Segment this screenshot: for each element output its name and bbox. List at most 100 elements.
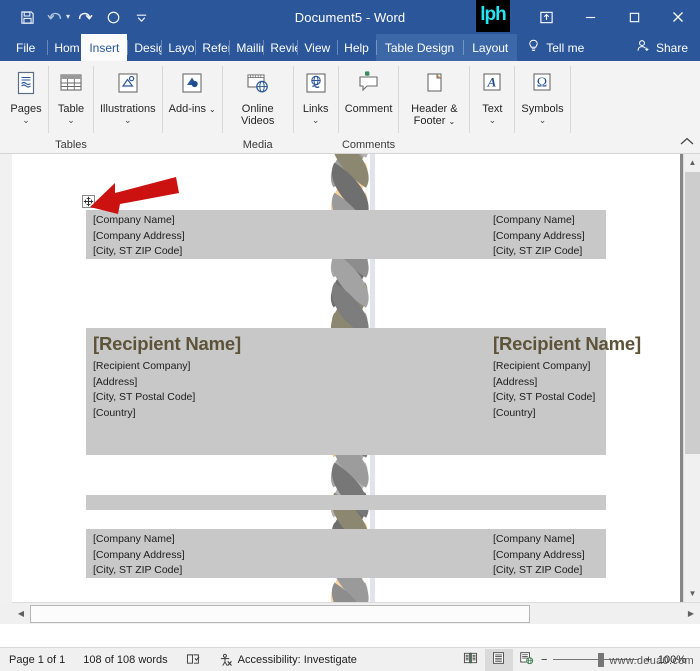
text-icon: A — [476, 68, 508, 100]
illustrations-caret-icon[interactable]: ⌄ — [124, 116, 132, 125]
ribbon-display-options-icon[interactable] — [524, 0, 568, 34]
word-count[interactable]: 108 of 108 words — [74, 654, 176, 666]
accessibility-status[interactable]: Accessibility: Investigate — [209, 653, 366, 667]
ribbon-group-illustrations: Illustrations ⌄ — [94, 61, 162, 153]
accessibility-label: Accessibility: Investigate — [237, 653, 357, 666]
addins-button[interactable]: Add-ins ⌄ — [163, 65, 222, 116]
sender-left-bottom-block[interactable]: [Company Name] [Company Address] [City, … — [93, 532, 185, 579]
addins-caret-icon[interactable]: ⌄ — [209, 105, 216, 114]
lightbulb-icon — [527, 39, 540, 56]
tab-home[interactable]: Hom — [47, 34, 81, 61]
horizontal-scroll-track[interactable] — [30, 604, 682, 624]
undo-dropdown-caret-icon[interactable]: ▾ — [66, 13, 70, 21]
tab-table-design[interactable]: Table Design — [375, 34, 464, 61]
text-button[interactable]: A Text ⌄ — [470, 65, 514, 125]
page-indicator-label: Page 1 of 1 — [9, 653, 66, 666]
touch-mouse-mode-icon[interactable] — [100, 4, 126, 30]
title-bar: ▾ Document5 - Word lph — [0, 0, 700, 34]
ribbon-group-text: A Text ⌄ — [470, 61, 514, 153]
page-indicator[interactable]: Page 1 of 1 — [0, 654, 74, 666]
zoom-out-button[interactable]: − — [541, 654, 547, 666]
sender-right-bottom-block[interactable]: [Company Name] [Company Address] [City, … — [493, 532, 585, 579]
text-line: [Recipient Company] — [93, 360, 191, 372]
ribbon-group-addins: Add-ins ⌄ — [163, 61, 222, 153]
header-footer-button[interactable]: Header & Footer ⌄ — [399, 65, 469, 128]
vertical-scroll-thumb[interactable] — [685, 172, 700, 454]
share-label: Share — [655, 40, 688, 55]
recipient-right-block[interactable]: [Recipient Name] [Recipient Company] [Ad… — [493, 332, 641, 421]
text-line: [Address] — [493, 375, 538, 388]
pages-caret-icon[interactable]: ⌄ — [22, 116, 30, 125]
tab-design[interactable]: Desig — [127, 34, 161, 61]
document-page[interactable]: [Company Name] [Company Address] [City, … — [12, 154, 680, 602]
ribbon: Pages ⌄ Table ⌄ Tables Illustrations ⌄ A… — [0, 61, 700, 154]
pages-label: Pages — [10, 103, 42, 115]
watermark-text: www.deua0.com — [609, 655, 694, 667]
save-icon[interactable] — [14, 4, 40, 30]
vertical-scrollbar[interactable]: ▲ ▼ — [683, 154, 700, 602]
web-layout-button[interactable] — [513, 649, 541, 671]
pages-button[interactable]: Pages ⌄ — [4, 65, 48, 125]
read-mode-button[interactable] — [457, 649, 485, 671]
symbols-button[interactable]: Ω Symbols ⌄ — [515, 65, 569, 125]
comment-icon — [353, 68, 385, 100]
sender-right-top-block[interactable]: [Company Name] [Company Address] [City, … — [493, 213, 585, 260]
illustrations-button[interactable]: Illustrations ⌄ — [94, 65, 162, 125]
scroll-up-arrow-icon[interactable]: ▲ — [684, 154, 700, 171]
tab-references[interactable]: Refere — [195, 34, 229, 61]
links-button[interactable]: Links ⌄ — [294, 65, 338, 125]
collapse-ribbon-icon[interactable] — [680, 135, 694, 149]
maximize-icon[interactable] — [612, 0, 656, 34]
horizontal-scrollbar[interactable]: ◀ ▶ — [12, 602, 700, 624]
comment-button[interactable]: Comment — [339, 65, 399, 115]
recipient-left-block[interactable]: [Recipient Name] [Recipient Company] [Ad… — [93, 332, 241, 421]
tab-view[interactable]: View — [297, 34, 337, 61]
links-caret-icon[interactable]: ⌄ — [312, 116, 320, 125]
horizontal-scroll-thumb[interactable] — [30, 604, 530, 623]
tab-mailings[interactable]: Mailin — [229, 34, 263, 61]
text-caret-icon[interactable]: ⌄ — [489, 116, 497, 125]
share-button[interactable]: Share — [632, 34, 700, 61]
ribbon-tab-strip: File Hom Insert Desig Layou Refere Maili… — [0, 34, 700, 61]
print-layout-button[interactable] — [484, 648, 513, 671]
word-application-window: ▾ Document5 - Word lph File Hom Insert D… — [0, 0, 700, 671]
tab-review[interactable]: Revie — [263, 34, 297, 61]
text-line: [Company Name] — [493, 533, 575, 545]
header-footer-label: Header & Footer ⌄ — [411, 103, 458, 127]
minimize-icon[interactable] — [568, 0, 612, 34]
symbols-caret-icon[interactable]: ⌄ — [539, 116, 547, 125]
table-move-handle[interactable] — [82, 195, 95, 208]
proofing-status[interactable] — [177, 653, 209, 666]
close-icon[interactable] — [656, 0, 700, 34]
tab-table-layout[interactable]: Layout — [463, 34, 518, 61]
tab-layout[interactable]: Layou — [161, 34, 195, 61]
web-layout-icon — [519, 651, 534, 668]
text-line: [City, ST Postal Code] — [493, 391, 596, 404]
zoom-slider-thumb[interactable] — [598, 652, 605, 667]
table-caret-icon[interactable]: ⌄ — [67, 116, 75, 125]
pages-icon — [10, 68, 42, 100]
watermark-logo: lph — [476, 0, 510, 32]
addins-icon — [176, 68, 208, 100]
tab-file[interactable]: File — [6, 34, 47, 61]
tell-me-box[interactable]: Tell me — [517, 34, 594, 61]
ribbon-group-label-media: Media — [242, 139, 273, 151]
text-label: Text — [482, 103, 503, 115]
table-button[interactable]: Table ⌄ — [49, 65, 93, 125]
scroll-left-arrow-icon[interactable]: ◀ — [12, 604, 30, 624]
redo-icon[interactable] — [72, 4, 98, 30]
tab-help[interactable]: Help — [337, 34, 376, 61]
scroll-down-arrow-icon[interactable]: ▼ — [684, 585, 700, 602]
undo-icon[interactable] — [42, 4, 68, 30]
accessibility-icon — [218, 653, 233, 667]
online-videos-button[interactable]: Online Videos — [223, 65, 293, 127]
customize-quick-access-icon[interactable] — [128, 4, 154, 30]
tab-insert[interactable]: Insert — [81, 34, 128, 61]
scroll-right-arrow-icon[interactable]: ▶ — [682, 604, 700, 624]
header-footer-caret-icon[interactable]: ⌄ — [448, 117, 455, 126]
document-area: [Company Name] [Company Address] [City, … — [0, 154, 700, 624]
addins-label: Add-ins ⌄ — [168, 103, 216, 115]
ribbon-group-comments: Comment Comments — [339, 61, 399, 153]
sender-left-top-block[interactable]: [Company Name] [Company Address] [City, … — [93, 213, 185, 260]
text-line: [Company Name] — [493, 214, 575, 226]
